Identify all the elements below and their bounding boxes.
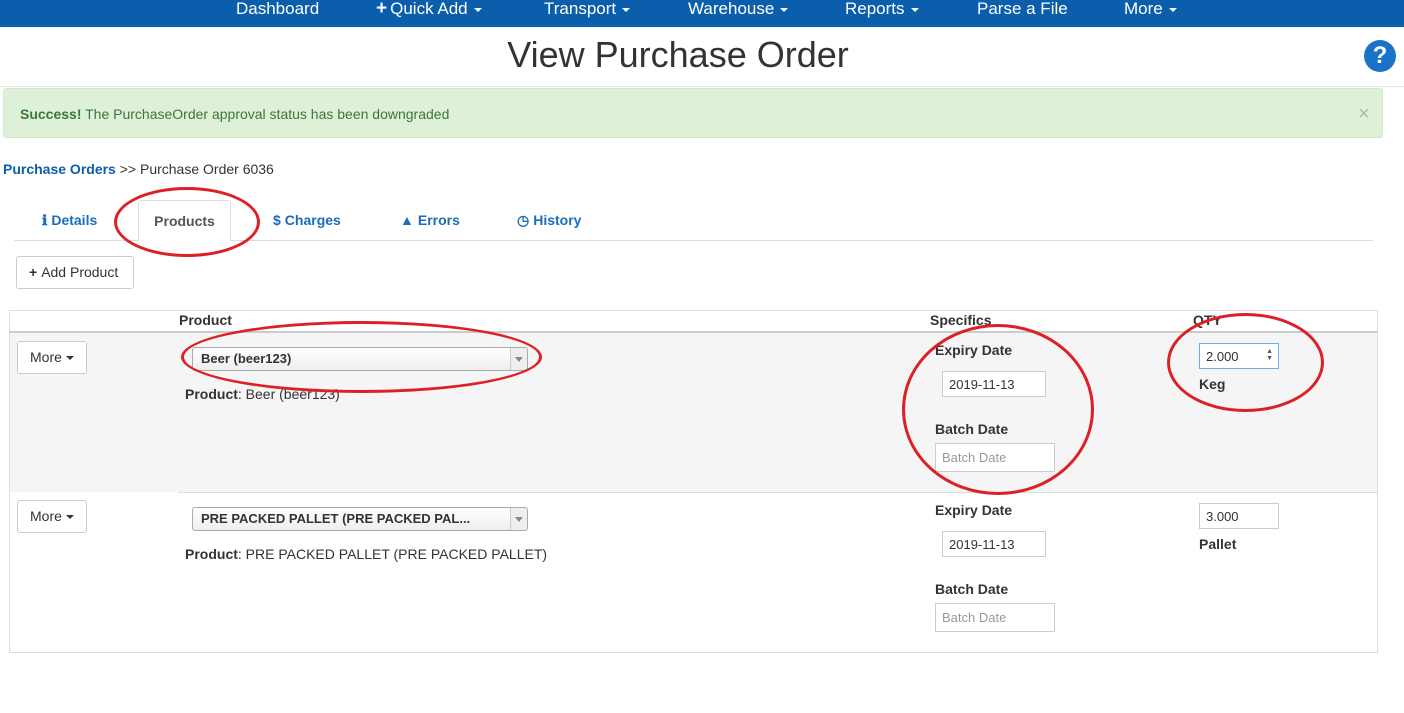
header-qty: QTY xyxy=(1193,312,1222,328)
alert-strong: Success! xyxy=(20,106,82,122)
expiry-date-label: Expiry Date xyxy=(935,342,1013,358)
batch-date-label: Batch Date xyxy=(935,421,1009,437)
tab-products[interactable]: Products xyxy=(138,200,231,241)
top-navbar: Dashboard + Quick Add Transport Warehouse… xyxy=(0,0,1404,27)
qty-unit: Pallet xyxy=(1199,536,1237,552)
batch-date-input[interactable] xyxy=(935,603,1055,632)
nav-more-label: More xyxy=(1124,0,1163,18)
product-value: Beer (beer123) xyxy=(245,386,340,402)
nav-dashboard[interactable]: Dashboard xyxy=(236,0,319,24)
nav-warehouse-label: Warehouse xyxy=(688,0,775,18)
tab-charges-label: Charges xyxy=(284,212,341,228)
nav-reports[interactable]: Reports xyxy=(845,0,919,24)
tab-history[interactable]: ◷ History xyxy=(517,212,581,229)
expiry-date-label: Expiry Date xyxy=(935,502,1013,518)
add-product-label: Add Product xyxy=(41,264,119,280)
product-key: Product xyxy=(185,546,238,562)
warning-icon: ▲ xyxy=(400,212,414,228)
header-specifics: Specifics xyxy=(930,312,992,328)
nav-quick-add-label: Quick Add xyxy=(390,0,468,18)
tab-charges[interactable]: $ Charges xyxy=(273,212,341,228)
header-divider xyxy=(9,331,1378,333)
nav-reports-label: Reports xyxy=(845,0,905,18)
alert-message: The PurchaseOrder approval status has be… xyxy=(85,106,450,122)
product-select[interactable]: PRE PACKED PALLET (PRE PACKED PAL... xyxy=(192,507,528,531)
nav-transport-label: Transport xyxy=(544,0,617,18)
caret-down-icon xyxy=(473,7,482,12)
divider xyxy=(0,86,1404,87)
plus-icon: + xyxy=(376,0,388,19)
caret-down-icon xyxy=(910,7,919,12)
expiry-date-input[interactable] xyxy=(942,371,1046,397)
caret-down-icon xyxy=(65,356,74,361)
batch-date-input[interactable] xyxy=(935,443,1055,472)
qty-input[interactable] xyxy=(1199,503,1279,529)
nav-dashboard-label: Dashboard xyxy=(236,0,320,18)
caret-down-icon xyxy=(1168,7,1177,12)
nav-parse-file[interactable]: Parse a File xyxy=(977,0,1068,24)
product-key: Product xyxy=(185,386,238,402)
more-label: More xyxy=(30,349,62,365)
close-icon[interactable]: × xyxy=(1358,103,1370,126)
breadcrumb-current: Purchase Order 6036 xyxy=(139,161,274,177)
add-product-button[interactable]: + Add Product xyxy=(16,256,134,289)
product-label: Product: PRE PACKED PALLET (PRE PACKED P… xyxy=(185,546,548,562)
help-icon[interactable]: ? xyxy=(1364,40,1396,72)
info-icon: ℹ xyxy=(42,212,48,228)
qty-unit: Keg xyxy=(1199,376,1226,392)
breadcrumb-purchase-orders-link[interactable]: Purchase Orders xyxy=(3,161,116,177)
caret-down-icon xyxy=(622,7,631,12)
nav-parse-file-label: Parse a File xyxy=(977,0,1068,18)
row-more-button[interactable]: More xyxy=(17,500,87,533)
caret-down-icon xyxy=(780,7,789,12)
tab-details[interactable]: ℹ Details xyxy=(42,212,97,229)
nav-transport[interactable]: Transport xyxy=(544,0,631,24)
qty-stepper[interactable]: ▲▼ xyxy=(1199,343,1279,369)
product-select-value: Beer (beer123) xyxy=(201,351,292,366)
expiry-date-input[interactable] xyxy=(942,531,1046,557)
product-select-value: PRE PACKED PALLET (PRE PACKED PAL... xyxy=(201,511,471,526)
header-product: Product xyxy=(179,312,232,328)
batch-date-label: Batch Date xyxy=(935,581,1009,597)
product-select[interactable]: Beer (beer123) xyxy=(192,347,528,371)
breadcrumb: Purchase Orders >> Purchase Order 6036 xyxy=(3,161,274,177)
tab-errors[interactable]: ▲ Errors xyxy=(400,212,460,228)
dollar-icon: $ xyxy=(273,212,281,228)
dropdown-arrow-icon xyxy=(510,348,527,370)
breadcrumb-separator: >> xyxy=(119,161,137,177)
product-label: Product: Beer (beer123) xyxy=(185,386,340,402)
tab-products-label: Products xyxy=(154,213,215,229)
dropdown-arrow-icon xyxy=(510,508,527,530)
nav-quick-add[interactable]: + Quick Add xyxy=(376,0,482,24)
nav-warehouse[interactable]: Warehouse xyxy=(688,0,789,24)
page-title: View Purchase Order xyxy=(507,34,849,75)
tab-details-label: Details xyxy=(51,212,98,228)
row-divider xyxy=(178,492,1377,493)
product-value: PRE PACKED PALLET (PRE PACKED PALLET) xyxy=(245,546,548,562)
success-alert: Success! The PurchaseOrder approval stat… xyxy=(3,88,1383,138)
clock-icon: ◷ xyxy=(517,212,530,228)
nav-more[interactable]: More xyxy=(1124,0,1177,24)
tab-history-label: History xyxy=(533,212,582,228)
alert-text: Success! The PurchaseOrder approval stat… xyxy=(20,106,449,122)
plus-icon: + xyxy=(29,264,38,280)
tab-errors-label: Errors xyxy=(417,212,460,228)
caret-down-icon xyxy=(65,515,74,520)
row-more-button[interactable]: More xyxy=(17,341,87,374)
more-label: More xyxy=(30,508,62,524)
spinner-arrows-icon[interactable]: ▲ ▼ xyxy=(1266,348,1273,362)
